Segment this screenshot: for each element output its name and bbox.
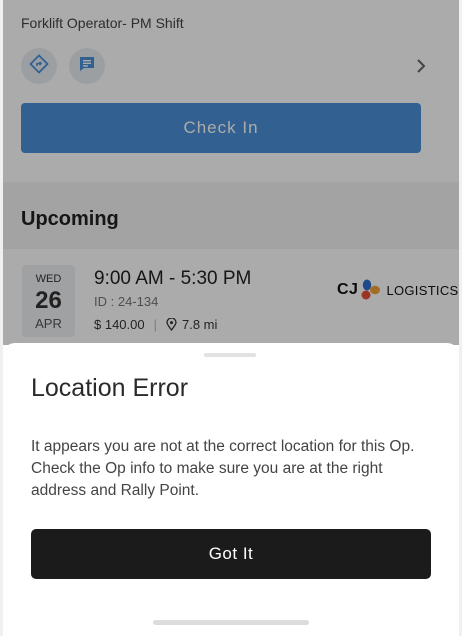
got-it-button[interactable]: Got It: [31, 529, 431, 579]
modal-backdrop[interactable]: [3, 0, 459, 345]
location-error-sheet: Location Error It appears you are not at…: [3, 343, 459, 636]
sheet-grabber[interactable]: [204, 353, 256, 357]
home-indicator: [153, 620, 309, 625]
dialog-title: Location Error: [31, 374, 189, 402]
dialog-message: It appears you are not at the correct lo…: [31, 438, 415, 499]
screen: Forklift Operator- PM Shift Check In Upc…: [3, 0, 459, 636]
